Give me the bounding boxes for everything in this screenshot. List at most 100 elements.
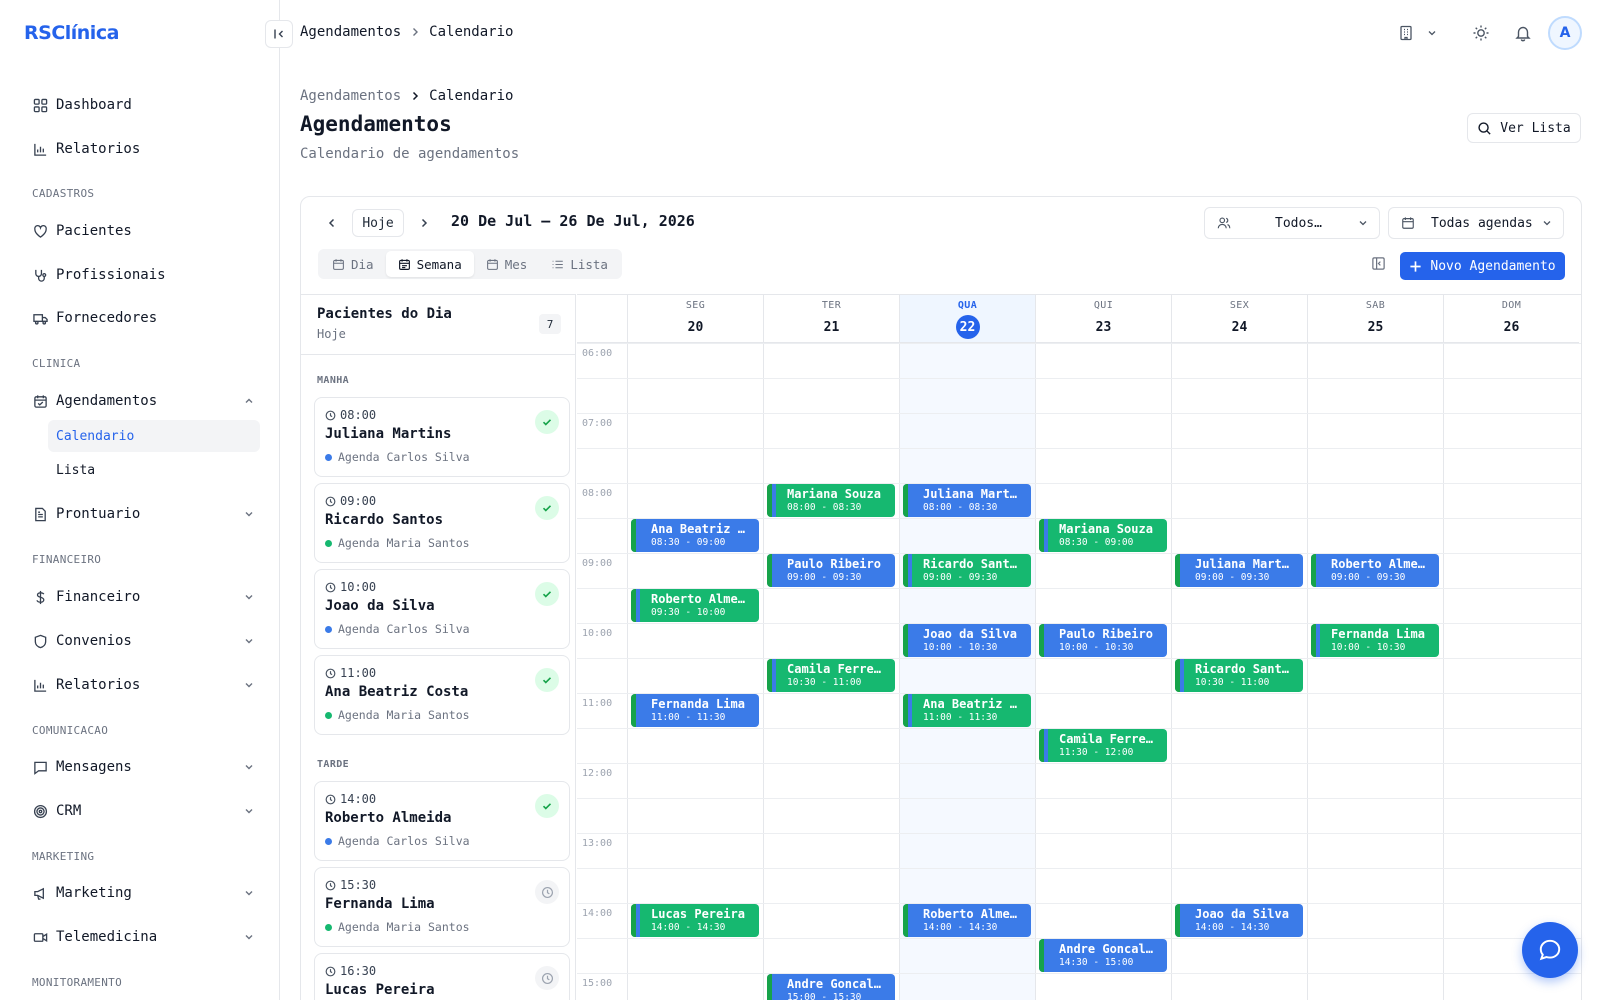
chat-button[interactable] — [1522, 922, 1578, 978]
appointment-event[interactable]: Camila Ferre… 10:30 - 11:00 — [767, 659, 895, 692]
appointment-event[interactable]: Paulo Ribeiro 09:00 - 09:30 — [767, 554, 895, 587]
tab-lista[interactable]: Lista — [539, 251, 620, 277]
appointment-event[interactable]: Juliana Mart… 08:00 - 08:30 — [903, 484, 1031, 517]
appointment-event[interactable]: Fernanda Lima 11:00 - 11:30 — [631, 694, 759, 727]
sidebar-item-pacientes[interactable]: Pacientes — [32, 215, 262, 247]
agenda-filter-select[interactable]: Todas agendas — [1388, 207, 1564, 239]
ver-lista-button[interactable]: Ver Lista — [1467, 113, 1581, 143]
patient-time-text: 10:00 — [340, 580, 377, 594]
appointment-event[interactable]: Fernanda Lima 10:00 - 10:30 — [1311, 624, 1439, 657]
sidebar-item-marketing[interactable]: Marketing — [32, 877, 262, 909]
day-column[interactable] — [1307, 343, 1443, 1000]
sun-icon[interactable] — [1472, 24, 1490, 42]
sidebar-item-crm[interactable]: CRM — [32, 795, 262, 827]
time-label: 14:00 — [582, 908, 613, 919]
appointment-event[interactable]: Joao da Silva 10:00 - 10:30 — [903, 624, 1031, 657]
appointment-event[interactable]: Camila Ferre… 11:30 - 12:00 — [1039, 729, 1167, 762]
day-column[interactable] — [1035, 343, 1171, 1000]
day-column[interactable] — [899, 343, 1035, 1000]
day-header[interactable]: QUA 22 — [899, 295, 1035, 343]
patient-card[interactable]: 11:00 Ana Beatriz Costa Agenda Maria Santo… — [314, 655, 570, 735]
agenda-color-stripe — [1311, 554, 1320, 587]
patient-card[interactable]: 08:00 Juliana Martins Agenda Carlos Silva — [314, 397, 570, 477]
appointment-event[interactable]: Paulo Ribeiro 10:00 - 10:30 — [1039, 624, 1167, 657]
patient-card[interactable]: 10:00 Joao da Silva Agenda Carlos Silva — [314, 569, 570, 649]
bell-icon[interactable] — [1514, 24, 1532, 42]
breadcrumb-item[interactable]: Calendario — [429, 24, 513, 40]
patient-card[interactable]: 15:30 Fernanda Lima Agenda Maria Santos — [314, 867, 570, 947]
sidebar-item-dashboard[interactable]: Dashboard — [32, 89, 262, 121]
appointment-event[interactable]: Ana Beatriz … 08:30 - 09:00 — [631, 519, 759, 552]
appointment-event[interactable]: Andre Goncal… 14:30 - 15:00 — [1039, 939, 1167, 972]
appointment-event[interactable]: Roberto Alme… 09:30 - 10:00 — [631, 589, 759, 622]
day-number: 23 — [1095, 319, 1112, 335]
breadcrumb-item[interactable]: Agendamentos — [300, 24, 401, 40]
sidebar-subitem-lista[interactable]: Lista — [48, 454, 260, 486]
patient-card[interactable]: 14:00 Roberto Almeida Agenda Carlos Silva — [314, 781, 570, 861]
tab-semana[interactable]: Semana — [385, 251, 474, 277]
user-avatar[interactable]: A — [1548, 16, 1582, 50]
sidebar-item-mensagens[interactable]: Mensagens — [32, 751, 262, 783]
patient-agenda-text: Agenda Maria Santos — [338, 536, 470, 550]
toggle-panel-button[interactable] — [1368, 253, 1388, 273]
appointment-event[interactable]: Mariana Souza 08:30 - 09:00 — [1039, 519, 1167, 552]
appointment-event[interactable]: Roberto Alme… 09:00 - 09:30 — [1311, 554, 1439, 587]
appointment-event[interactable]: Ricardo Sant… 09:00 - 09:30 — [903, 554, 1031, 587]
professional-filter-select[interactable]: Todos… — [1204, 207, 1380, 239]
sidebar-item-prontuario[interactable]: Prontuario — [32, 498, 262, 530]
plus-icon — [1409, 260, 1422, 273]
sidebar-item-profissionais[interactable]: Profissionais — [32, 259, 262, 291]
target-icon — [32, 803, 48, 819]
day-column[interactable] — [1443, 343, 1579, 1000]
collapse-sidebar-button[interactable] — [265, 20, 293, 48]
new-appointment-button[interactable]: Novo Agendamento — [1400, 252, 1565, 280]
day-header[interactable]: DOM 26 — [1443, 295, 1579, 343]
sidebar-subitem-calendario[interactable]: Calendario — [48, 420, 260, 452]
day-column[interactable] — [627, 343, 763, 1000]
sidebar-item-relatorios-fin[interactable]: Relatorios — [32, 669, 262, 701]
day-header[interactable]: SAB 25 — [1307, 295, 1443, 343]
prev-week-button[interactable] — [320, 211, 344, 235]
app-logo[interactable]: RSClínica — [24, 22, 119, 44]
day-number: 21 — [823, 319, 840, 335]
sidebar-item-financeiro[interactable]: Financeiro — [32, 581, 262, 613]
sidebar-item-agendamentos[interactable]: Agendamentos — [32, 385, 262, 417]
tab-mes[interactable]: Mes — [474, 251, 540, 277]
time-gridline — [577, 413, 1581, 414]
sidebar-item-fornecedores[interactable]: Fornecedores — [32, 302, 262, 334]
day-header[interactable]: SEX 24 — [1171, 295, 1307, 343]
ver-lista-label: Ver Lista — [1500, 120, 1571, 136]
time-label: 07:00 — [582, 418, 613, 429]
tab-dia[interactable]: Dia — [320, 251, 386, 277]
sidebar-item-relatorios[interactable]: Relatorios — [32, 133, 262, 165]
patient-time-text: 11:00 — [340, 666, 377, 680]
breadcrumb-item[interactable]: Agendamentos — [300, 88, 401, 104]
appointment-event[interactable]: Lucas Pereira 14:00 - 14:30 — [631, 904, 759, 937]
appointment-event[interactable]: Roberto Alme… 14:00 - 14:30 — [903, 904, 1031, 937]
building-icon[interactable] — [1398, 25, 1414, 41]
sidebar-item-telemedicina[interactable]: Telemedicina — [32, 921, 262, 953]
patient-card[interactable]: 16:30 Lucas Pereira — [314, 953, 570, 1000]
day-header[interactable]: SEG 20 — [627, 295, 763, 343]
appointment-event[interactable]: Ana Beatriz … 11:00 - 11:30 — [903, 694, 1031, 727]
patient-time-text: 14:00 — [340, 792, 377, 806]
event-time: 09:30 - 10:00 — [651, 607, 726, 618]
grid-icon — [32, 97, 48, 113]
check-icon — [535, 794, 559, 818]
clock-icon — [325, 794, 336, 805]
day-header[interactable]: QUI 23 — [1035, 295, 1171, 343]
appointment-event[interactable]: Andre Goncal… 15:00 - 15:30 — [767, 974, 895, 1000]
appointment-event[interactable]: Ricardo Sant… 10:30 - 11:00 — [1175, 659, 1303, 692]
next-week-button[interactable] — [412, 211, 436, 235]
sidebar-item-convenios[interactable]: Convenios — [32, 625, 262, 657]
today-button[interactable]: Hoje — [352, 209, 404, 237]
patient-card[interactable]: 09:00 Ricardo Santos Agenda Maria Santos — [314, 483, 570, 563]
appointment-event[interactable]: Mariana Souza 08:00 - 08:30 — [767, 484, 895, 517]
day-header[interactable]: TER 21 — [763, 295, 899, 343]
chevron-down-icon[interactable] — [1426, 27, 1438, 39]
event-patient-name: Andre Goncal… — [787, 977, 881, 991]
appointment-event[interactable]: Joao da Silva 14:00 - 14:30 — [1175, 904, 1303, 937]
users-icon — [1217, 216, 1231, 230]
agenda-color-stripe — [767, 484, 776, 517]
appointment-event[interactable]: Juliana Mart… 09:00 - 09:30 — [1175, 554, 1303, 587]
